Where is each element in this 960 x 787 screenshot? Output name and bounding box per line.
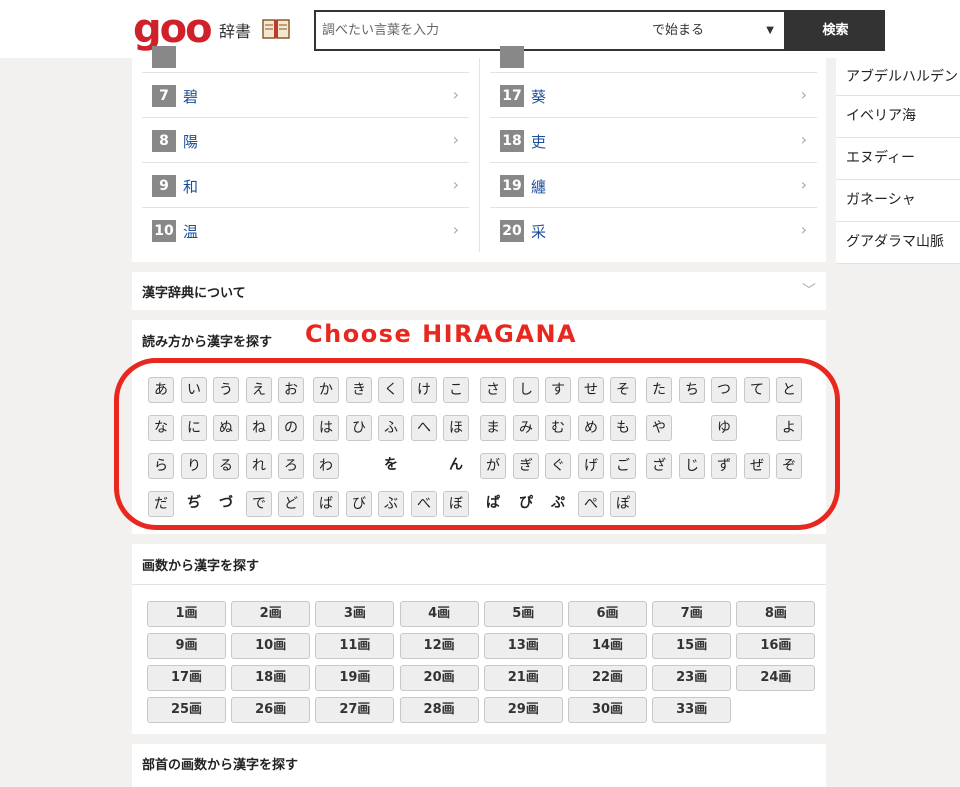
stroke-count-button[interactable]: 5画 <box>483 601 563 627</box>
kanji-ranking: 7 碧 › 8 陽 › 9 和 › 10 温 › 17 葵 › 18 吏 › 1… <box>132 46 826 262</box>
stroke-count-button[interactable]: 11画 <box>315 633 395 659</box>
stroke-count-button[interactable]: 15画 <box>652 633 732 659</box>
ranking-divider <box>479 58 480 252</box>
rank-kanji[interactable]: 纏 <box>531 176 546 197</box>
sidebar: アブデルハルデン イベリア海 エヌディー ガネーシャ グアダラマ山脈 <box>836 58 960 264</box>
rank-number: 10 <box>152 220 176 242</box>
rank-number: 20 <box>500 220 524 242</box>
stroke-count-button[interactable]: 28画 <box>399 697 479 723</box>
rank-kanji[interactable]: 采 <box>531 221 546 242</box>
chevron-right-icon: › <box>452 130 459 149</box>
stroke-count-button[interactable]: 20画 <box>399 665 479 691</box>
strokes-header: 画数から漢字を探す <box>132 544 826 585</box>
search-input[interactable] <box>316 12 636 49</box>
stroke-count-button[interactable]: 27画 <box>315 697 395 723</box>
rank-number: 17 <box>500 85 524 107</box>
about-section[interactable]: 漢字辞典について ﹀ <box>132 272 826 310</box>
reading-section-title: 読み方から漢字を探す <box>142 335 273 350</box>
sidebar-item[interactable]: エヌディー <box>836 138 960 180</box>
rank-kanji[interactable]: 吏 <box>531 131 546 152</box>
stroke-count-button[interactable]: 24画 <box>736 665 816 691</box>
stroke-count-button[interactable]: 4画 <box>399 601 479 627</box>
ranking-right-column: 17 葵 › 18 吏 › 19 纏 › 20 采 › <box>490 46 817 252</box>
rank-number: 9 <box>152 175 176 197</box>
caret-down-icon: ▼ <box>766 25 774 36</box>
strokes-section-title: 画数から漢字を探す <box>142 559 260 574</box>
rank-number: 19 <box>500 175 524 197</box>
stroke-count-button[interactable]: 14画 <box>568 633 647 659</box>
stroke-count-button[interactable]: 26画 <box>231 697 311 723</box>
ranking-row[interactable]: 8 陽 › <box>142 117 469 162</box>
ranking-row[interactable]: 9 和 › <box>142 162 469 207</box>
chevron-right-icon: › <box>800 130 807 149</box>
stroke-count-button[interactable]: 10画 <box>231 633 311 659</box>
sidebar-item[interactable]: イベリア海 <box>836 96 960 138</box>
radical-section-title: 部首の画数から漢字を探す <box>142 758 299 773</box>
stroke-count-button[interactable]: 17画 <box>147 665 226 691</box>
stroke-count-button[interactable]: 3画 <box>315 601 395 627</box>
site-title[interactable]: 辞書 <box>219 18 251 42</box>
stroke-count-button[interactable]: 23画 <box>652 665 732 691</box>
ranking-row[interactable]: 20 采 › <box>490 207 817 252</box>
rank-kanji[interactable]: 碧 <box>183 86 198 107</box>
ranking-row-partial <box>142 46 469 72</box>
rank-number <box>152 46 176 68</box>
stroke-count-button[interactable]: 33画 <box>652 697 732 723</box>
rank-kanji[interactable]: 和 <box>183 176 198 197</box>
chevron-right-icon: › <box>452 220 459 239</box>
rank-number <box>500 46 524 68</box>
rank-kanji[interactable]: 葵 <box>531 86 546 107</box>
search-button[interactable]: 検索 <box>786 10 885 51</box>
rank-number: 18 <box>500 130 524 152</box>
stroke-count-button[interactable]: 22画 <box>568 665 647 691</box>
choose-hiragana-annotation: Choose HIRAGANA <box>305 320 578 348</box>
ranking-row[interactable]: 7 碧 › <box>142 72 469 117</box>
ranking-row[interactable]: 19 纏 › <box>490 162 817 207</box>
stroke-count-button[interactable]: 25画 <box>147 697 226 723</box>
ranking-row[interactable]: 10 温 › <box>142 207 469 252</box>
chevron-right-icon: › <box>452 85 459 104</box>
chevron-down-icon[interactable]: ﹀ <box>802 280 816 300</box>
header: goo 辞書 で始まる ▼ 検索 <box>0 0 960 58</box>
stroke-count-button[interactable]: 29画 <box>483 697 563 723</box>
ranking-row[interactable]: 18 吏 › <box>490 117 817 162</box>
search-mode-select[interactable]: で始まる ▼ <box>652 12 782 49</box>
stroke-count-button[interactable]: 1画 <box>147 601 226 627</box>
ranking-row[interactable]: 17 葵 › <box>490 72 817 117</box>
stroke-count-button[interactable]: 18画 <box>231 665 311 691</box>
ranking-left-column: 7 碧 › 8 陽 › 9 和 › 10 温 › <box>142 46 469 252</box>
search-box: で始まる ▼ <box>314 10 786 51</box>
highlight-oval <box>114 358 840 530</box>
stroke-count-button[interactable]: 16画 <box>736 633 816 659</box>
rank-kanji[interactable]: 温 <box>183 221 198 242</box>
rank-number: 8 <box>152 130 176 152</box>
stroke-count-button[interactable]: 2画 <box>231 601 311 627</box>
stroke-count-button[interactable]: 9画 <box>147 633 226 659</box>
sidebar-item[interactable]: ガネーシャ <box>836 180 960 222</box>
stroke-count-button[interactable]: 13画 <box>483 633 563 659</box>
rank-number: 7 <box>152 85 176 107</box>
book-icon <box>262 19 290 39</box>
stroke-count-button[interactable]: 19画 <box>315 665 395 691</box>
chevron-right-icon: › <box>800 220 807 239</box>
about-title: 漢字辞典について <box>142 286 246 301</box>
stroke-count-button[interactable]: 30画 <box>568 697 647 723</box>
ranking-row-partial <box>490 46 817 72</box>
sidebar-item[interactable]: グアダラマ山脈 <box>836 222 960 264</box>
stroke-count-button[interactable]: 12画 <box>399 633 479 659</box>
rank-kanji[interactable]: 陽 <box>183 131 198 152</box>
chevron-right-icon: › <box>800 85 807 104</box>
stroke-count-button[interactable]: 21画 <box>483 665 563 691</box>
search-mode-label: で始まる <box>652 23 705 38</box>
stroke-count-button[interactable]: 8画 <box>736 601 816 627</box>
stroke-count-button[interactable]: 7画 <box>652 601 732 627</box>
sidebar-item[interactable]: アブデルハルデン <box>836 58 960 96</box>
stroke-count-button[interactable]: 6画 <box>568 601 647 627</box>
chevron-right-icon: › <box>800 175 807 194</box>
chevron-right-icon: › <box>452 175 459 194</box>
radical-search-section: 部首の画数から漢字を探す <box>132 744 826 787</box>
